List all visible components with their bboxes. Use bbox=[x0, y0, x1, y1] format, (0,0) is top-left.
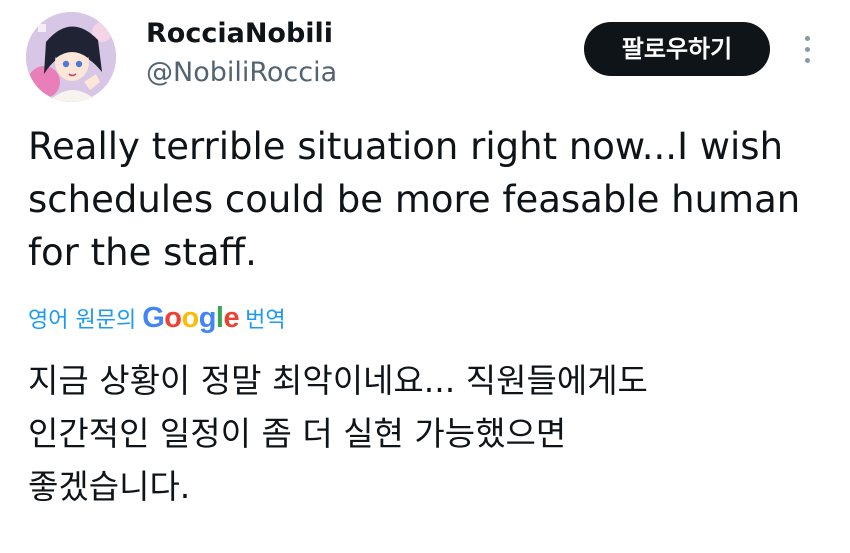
follow-button[interactable]: 팔로우하기 bbox=[584, 22, 770, 76]
user-info[interactable]: RocciaNobili @NobiliRoccia bbox=[146, 14, 337, 92]
translation-attribution[interactable]: 영어 원문의 Google 번역 bbox=[28, 298, 286, 338]
dot bbox=[805, 47, 810, 52]
translation-prefix-label[interactable]: 영어 원문의 bbox=[28, 302, 136, 334]
more-options-icon[interactable] bbox=[796, 32, 820, 68]
display-name[interactable]: RocciaNobili bbox=[146, 14, 337, 54]
translated-text: 지금 상황이 정말 최악이네요... 직원들에게도 인간적인 일정이 좀 더 실… bbox=[28, 361, 648, 506]
dot bbox=[805, 36, 810, 41]
tweet-card: RocciaNobili @NobiliRoccia 팔로우하기 Really … bbox=[0, 0, 850, 553]
google-logo: Google bbox=[142, 302, 240, 334]
dot bbox=[805, 58, 810, 63]
user-handle[interactable]: @NobiliRoccia bbox=[146, 54, 337, 92]
tweet-text: Really terrible situation right now...I … bbox=[28, 125, 801, 274]
translation-suffix-label[interactable]: 번역 bbox=[245, 302, 285, 334]
avatar[interactable] bbox=[26, 12, 116, 102]
anime-avatar-icon bbox=[26, 12, 116, 102]
